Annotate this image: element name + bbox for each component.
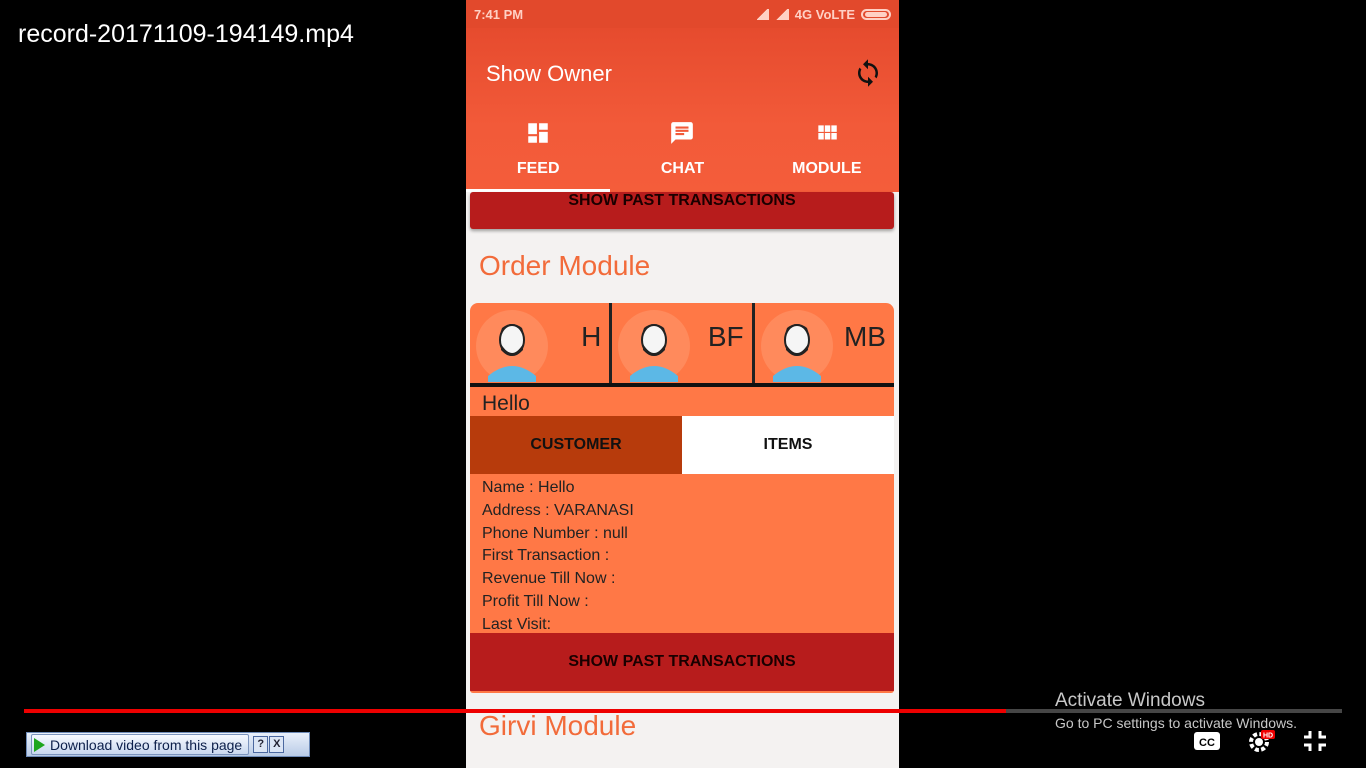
customer-name: Hello bbox=[482, 392, 530, 415]
closed-captions-icon[interactable]: CC bbox=[1192, 727, 1222, 755]
avatar-icon bbox=[618, 310, 691, 382]
signal-icon bbox=[754, 9, 769, 20]
play-icon bbox=[34, 737, 45, 752]
order-module-title: Order Module bbox=[479, 250, 651, 281]
status-bar: 7:41 PM 4G VoLTE bbox=[466, 0, 899, 28]
person-row: H BF MB bbox=[470, 303, 894, 387]
signal-icon bbox=[774, 9, 789, 20]
person-item[interactable]: MB bbox=[751, 303, 894, 383]
detail-revenue: Revenue Till Now : bbox=[482, 570, 616, 588]
tab-label: FEED bbox=[516, 160, 560, 177]
tab-items[interactable]: ITEMS bbox=[682, 416, 894, 474]
download-label: Download video from this page bbox=[50, 736, 243, 753]
person-initial: MB bbox=[843, 321, 886, 352]
download-toolbar: Download video from this page ? X bbox=[26, 732, 310, 757]
person-initial: H bbox=[581, 321, 602, 352]
video-title: record-20171109-194149.mp4 bbox=[18, 20, 354, 48]
show-past-transactions-button[interactable]: SHOW PAST TRANSACTIONS bbox=[470, 192, 894, 229]
main-tabs: FEED CHAT MODULE bbox=[466, 116, 899, 192]
detail-first-transaction: First Transaction : bbox=[482, 547, 610, 565]
chat-icon bbox=[671, 122, 694, 144]
detail-phone: Phone Number : null bbox=[482, 524, 628, 542]
phone-screen: 7:41 PM 4G VoLTE Show Owner FEED CHAT MO… bbox=[466, 0, 899, 768]
customer-details: Name : Hello Address : VARANASI Phone Nu… bbox=[482, 477, 634, 637]
status-time: 7:41 PM bbox=[474, 7, 524, 22]
apps-grid-icon bbox=[818, 125, 837, 140]
person-item[interactable]: H bbox=[470, 303, 609, 383]
order-card: H BF MB Hello CUSTOMER ITEMS Name: Hell… bbox=[470, 303, 894, 693]
tab-label: MODULE bbox=[792, 160, 862, 177]
detail-address: Address : VARANASI bbox=[482, 501, 634, 519]
video-player[interactable]: record-20171109-194149.mp4 7:41 PM 4G Vo… bbox=[0, 0, 1366, 768]
customer-subtabs: CUSTOMER ITEMS bbox=[470, 416, 894, 474]
exit-fullscreen-icon[interactable] bbox=[1300, 727, 1330, 755]
app-bar: Show Owner FEED CHAT MODULE bbox=[466, 28, 899, 192]
tab-feed[interactable]: FEED bbox=[466, 116, 610, 192]
close-icon[interactable]: X bbox=[269, 736, 285, 753]
avatar-icon bbox=[476, 310, 548, 382]
settings-gear-icon[interactable]: HD bbox=[1245, 727, 1275, 755]
avatar-icon bbox=[760, 310, 833, 382]
tab-label: CHAT bbox=[660, 160, 705, 177]
battery-icon bbox=[861, 9, 891, 20]
detail-name: Name : Hello bbox=[482, 479, 575, 496]
help-icon[interactable]: ? bbox=[253, 736, 269, 753]
app-title: Show Owner bbox=[486, 61, 612, 86]
girvi-module-title: Girvi Module bbox=[479, 710, 637, 741]
dashboard-icon bbox=[528, 123, 548, 143]
show-past-transactions-button[interactable]: SHOW PAST TRANSACTIONS bbox=[470, 633, 894, 691]
tab-chat[interactable]: CHAT bbox=[610, 116, 754, 192]
video-progress-fill bbox=[24, 709, 1006, 713]
download-video-button[interactable]: Download video from this page bbox=[31, 734, 250, 755]
tab-customer[interactable]: CUSTOMER bbox=[470, 416, 682, 474]
detail-profit: Profit Till Now : bbox=[482, 592, 589, 610]
status-icons: 4G VoLTE bbox=[754, 7, 891, 22]
person-item[interactable]: BF bbox=[609, 303, 751, 383]
network-label: 4G VoLTE bbox=[794, 7, 855, 22]
svg-text:CC: CC bbox=[1199, 737, 1215, 749]
svg-text:HD: HD bbox=[1263, 733, 1273, 740]
person-initial: BF bbox=[707, 321, 744, 352]
tab-module[interactable]: MODULE bbox=[755, 116, 899, 192]
activate-title: Activate Windows bbox=[1055, 690, 1205, 711]
sync-icon[interactable] bbox=[853, 58, 883, 88]
activate-windows-watermark: Activate Windows Go to PC settings to ac… bbox=[1055, 690, 1297, 731]
